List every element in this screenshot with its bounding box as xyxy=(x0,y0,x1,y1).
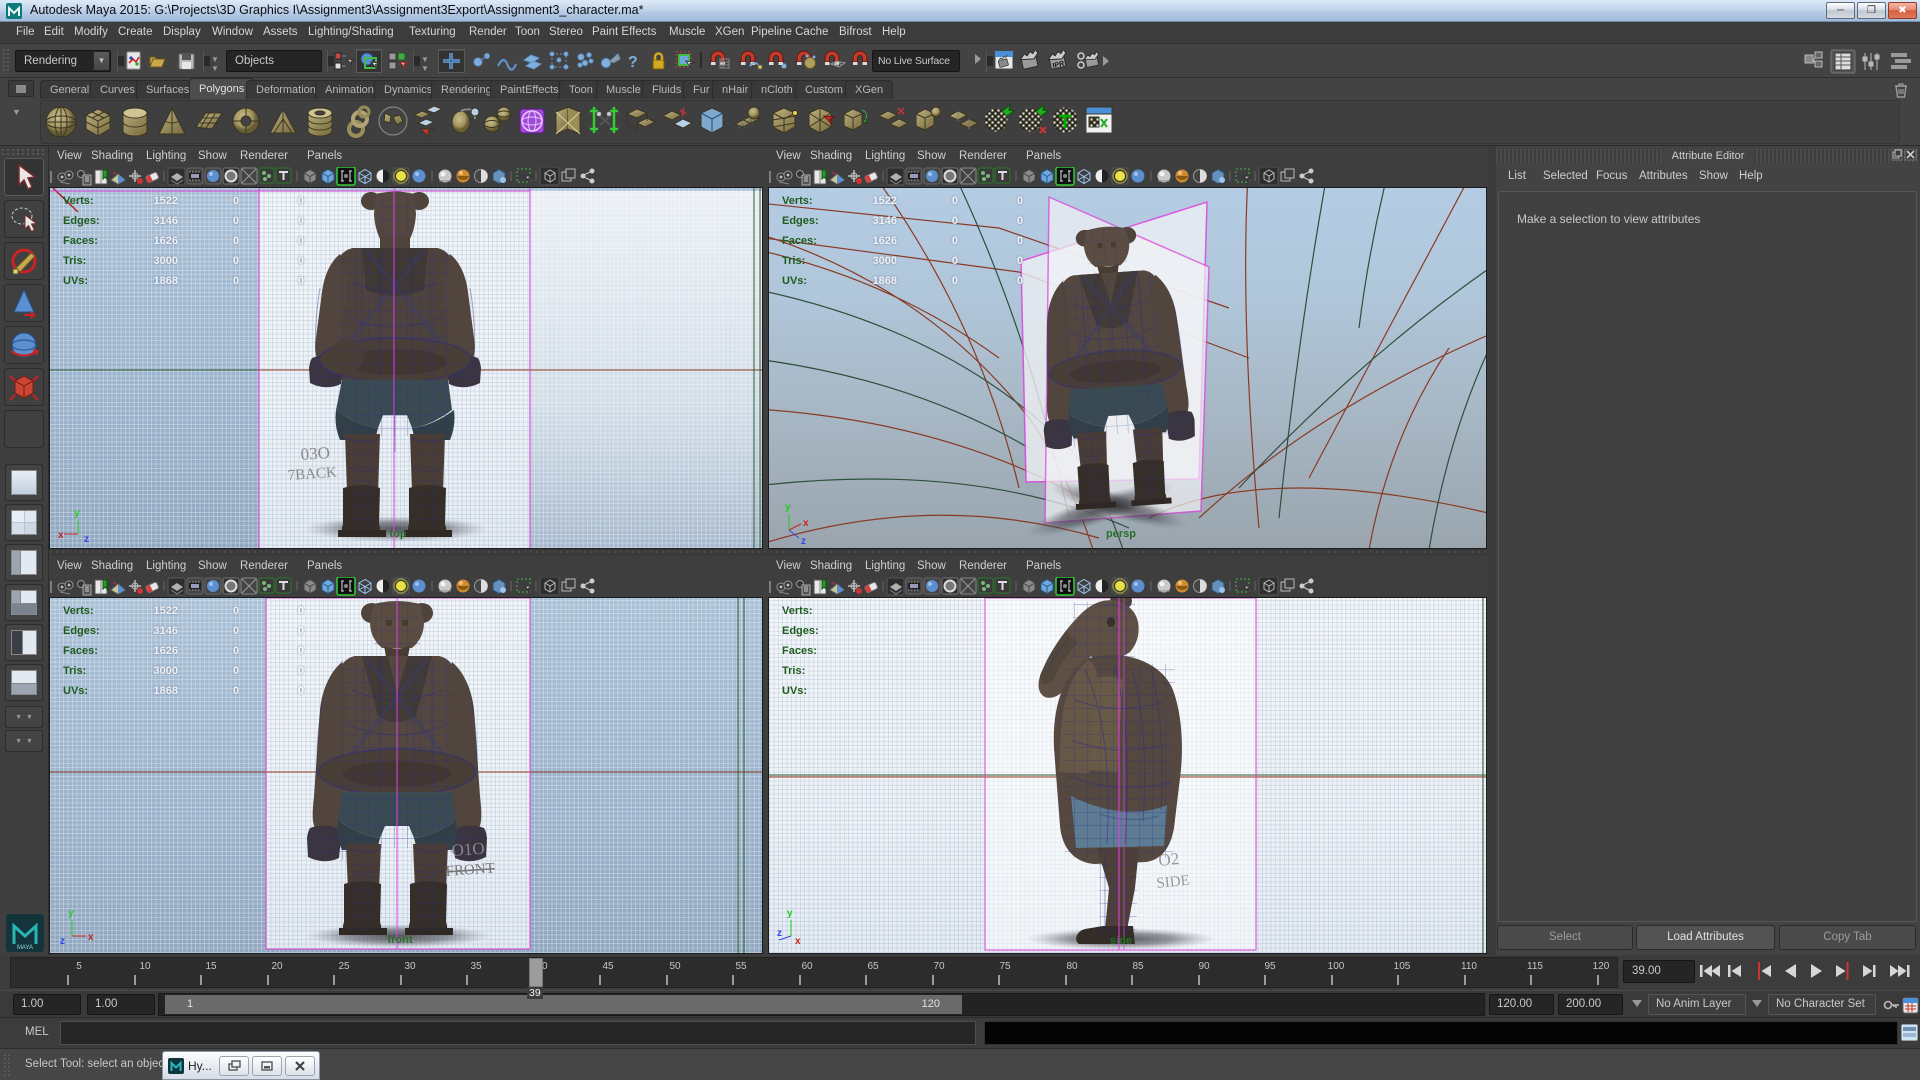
svg-text:O2: O2 xyxy=(1157,849,1180,870)
svg-text:?: ? xyxy=(628,54,638,71)
svg-text:y: y xyxy=(787,908,793,919)
svg-text:x: x xyxy=(803,518,809,529)
svg-text:MAYA: MAYA xyxy=(17,945,33,951)
svg-text:x: x xyxy=(58,530,64,541)
svg-text:7BACK: 7BACK xyxy=(287,465,337,484)
svg-text:SIDE: SIDE xyxy=(1156,873,1191,892)
svg-text:IPR: IPR xyxy=(1052,61,1065,70)
svg-text:y: y xyxy=(785,502,791,513)
svg-text:y: y xyxy=(68,908,74,919)
svg-text:O1O: O1O xyxy=(451,839,485,860)
svg-text:x: x xyxy=(88,932,94,943)
svg-text:z: z xyxy=(801,536,806,544)
svg-text:FRONT: FRONT xyxy=(445,861,495,880)
svg-text:x: x xyxy=(795,936,801,947)
svg-text:z: z xyxy=(84,534,89,544)
svg-text:y: y xyxy=(74,508,80,519)
svg-text:z: z xyxy=(60,936,65,947)
svg-text:z: z xyxy=(777,928,782,939)
svg-text:03O: 03O xyxy=(300,443,331,464)
